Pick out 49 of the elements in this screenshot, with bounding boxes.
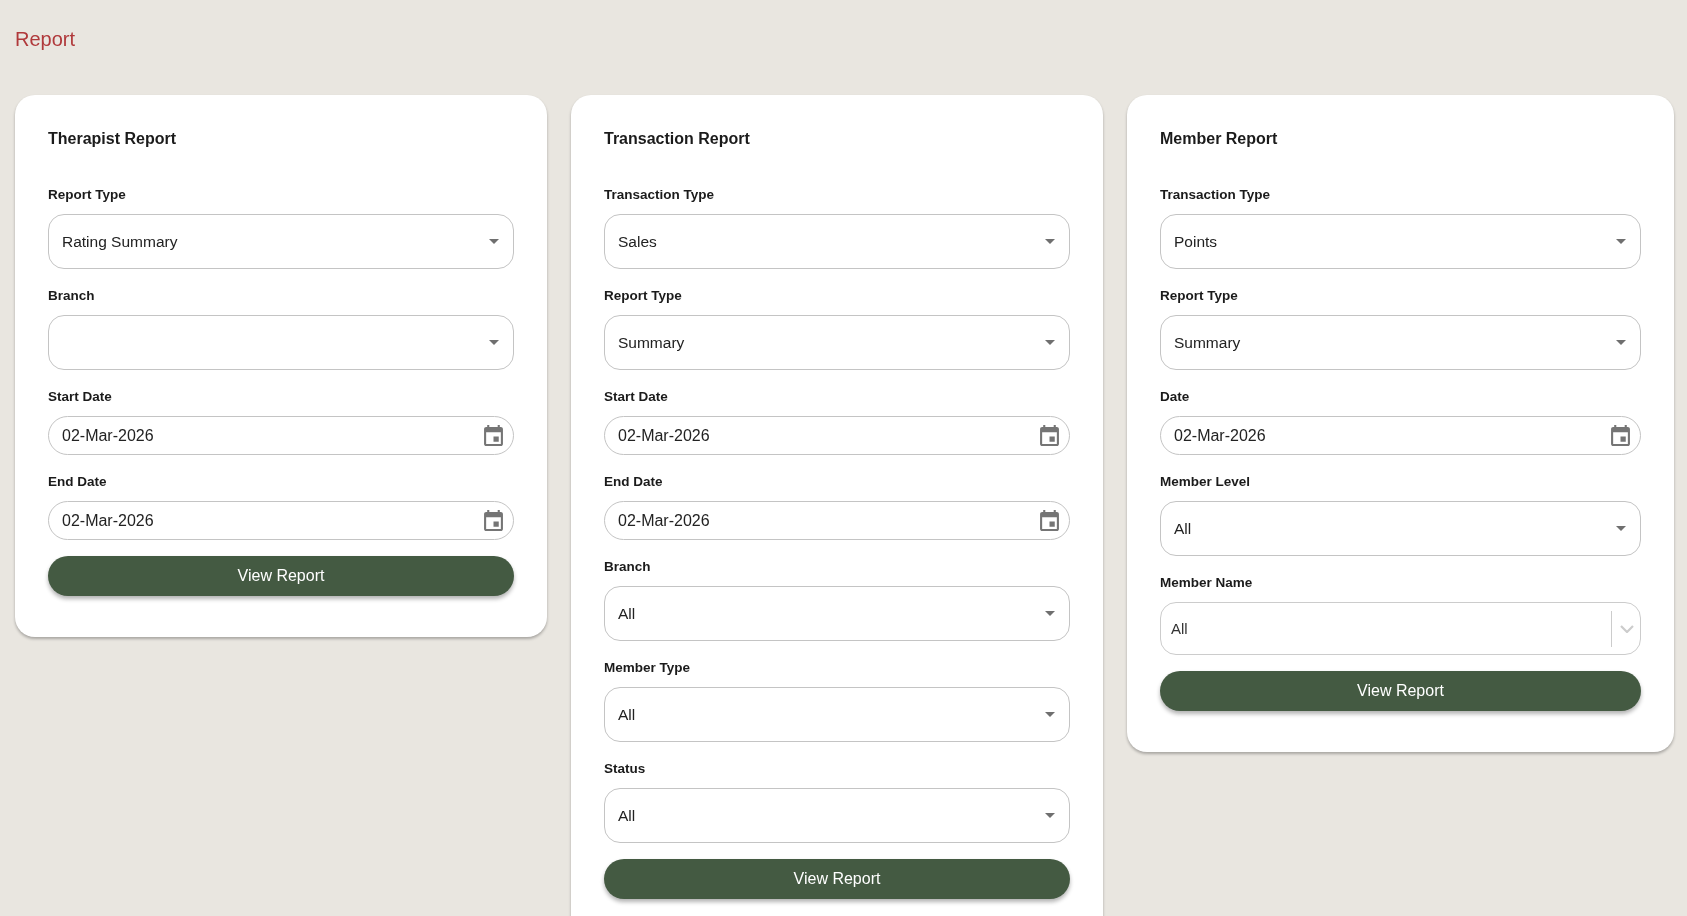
card-title: Therapist Report xyxy=(48,129,176,149)
caret-icon xyxy=(489,239,499,244)
dropdown-field[interactable]: All xyxy=(604,788,1070,843)
dropdown-field[interactable]: Points xyxy=(1160,214,1641,269)
field-label: Start Date xyxy=(48,388,112,406)
page-title: Report xyxy=(15,27,76,51)
field-label: Transaction Type xyxy=(1160,186,1271,204)
dropdown-field[interactable]: All xyxy=(1160,501,1641,556)
search-select-field[interactable]: All xyxy=(1160,602,1641,655)
caret-icon xyxy=(1616,340,1626,345)
caret-icon xyxy=(1045,611,1055,616)
view-report-button[interactable]: View Report xyxy=(604,859,1070,899)
field-label: Report Type xyxy=(48,186,126,204)
field-label: Transaction Type xyxy=(604,186,715,204)
caret-icon xyxy=(1045,712,1055,717)
field-label: Status xyxy=(604,760,646,778)
caret-icon xyxy=(1045,340,1055,345)
field-label: Member Level xyxy=(1160,473,1251,491)
field-label: Member Name xyxy=(1160,574,1253,592)
dropdown-field[interactable]: Summary xyxy=(1160,315,1641,370)
dropdown-field[interactable]: All xyxy=(604,687,1070,742)
view-report-button[interactable]: View Report xyxy=(48,556,514,596)
field-label: Start Date xyxy=(604,388,668,406)
calendar-icon[interactable] xyxy=(484,510,503,531)
card-title: Transaction Report xyxy=(604,129,750,149)
card-title: Member Report xyxy=(1160,129,1278,149)
calendar-icon[interactable] xyxy=(1611,425,1630,446)
dropdown-field[interactable]: Sales xyxy=(604,214,1070,269)
calendar-icon[interactable] xyxy=(484,425,503,446)
field-label: Report Type xyxy=(1160,287,1238,305)
caret-icon xyxy=(1045,813,1055,818)
calendar-icon[interactable] xyxy=(1040,425,1059,446)
dropdown-field[interactable]: All xyxy=(604,586,1070,641)
field-label: Branch xyxy=(48,287,95,305)
calendar-icon[interactable] xyxy=(1040,510,1059,531)
caret-icon xyxy=(1616,526,1626,531)
field-label: Member Type xyxy=(604,659,691,677)
field-label: Branch xyxy=(604,558,651,576)
caret-icon xyxy=(1045,239,1055,244)
dropdown-field[interactable] xyxy=(48,315,514,370)
dropdown-field[interactable]: Summary xyxy=(604,315,1070,370)
caret-icon xyxy=(489,340,499,345)
view-report-button[interactable]: View Report xyxy=(1160,671,1641,711)
field-label: Date xyxy=(1160,388,1190,406)
caret-icon xyxy=(1616,239,1626,244)
dropdown-field[interactable]: Rating Summary xyxy=(48,214,514,269)
field-label: Report Type xyxy=(604,287,682,305)
field-label: End Date xyxy=(604,473,663,491)
field-label: End Date xyxy=(48,473,107,491)
